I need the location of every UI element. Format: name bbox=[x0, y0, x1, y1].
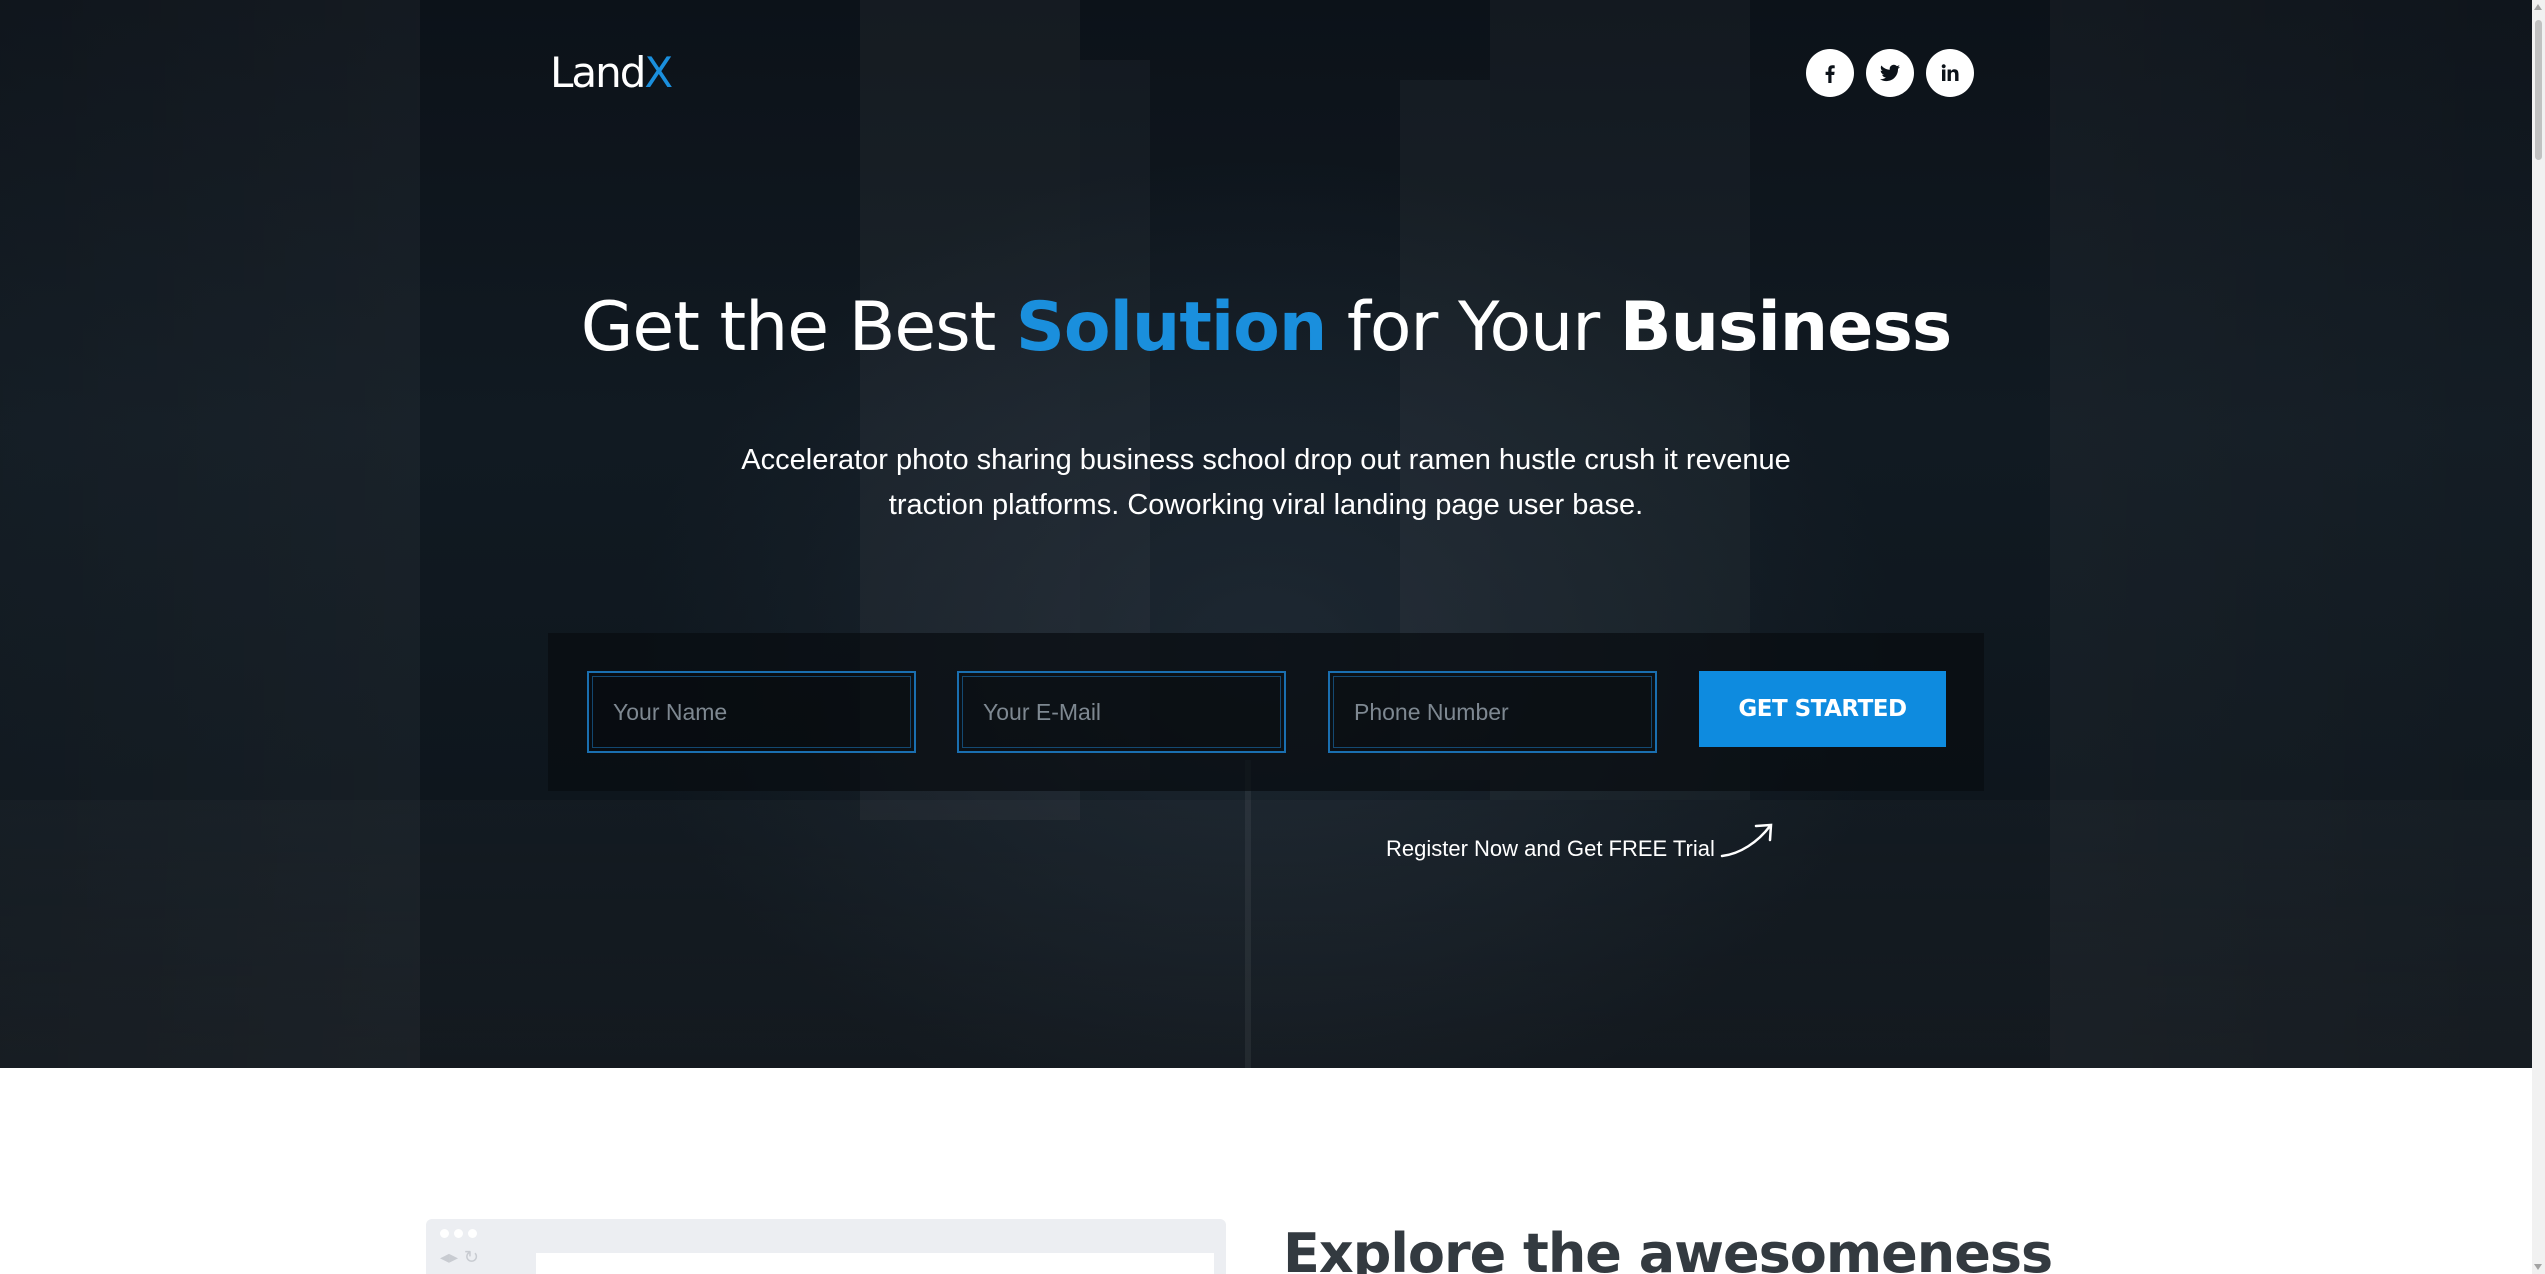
logo[interactable]: Land X bbox=[550, 48, 673, 98]
scroll-down-icon[interactable] bbox=[2534, 1264, 2542, 1270]
background-road bbox=[0, 800, 2532, 1068]
twitter-link[interactable] bbox=[1866, 49, 1914, 97]
email-input[interactable] bbox=[962, 676, 1281, 748]
phone-field-wrapper bbox=[1328, 671, 1657, 753]
headline-part: Get the Best bbox=[580, 288, 1016, 367]
address-bar bbox=[536, 1253, 1214, 1274]
signup-form: GET STARTED bbox=[548, 633, 1984, 791]
email-field-wrapper bbox=[957, 671, 1286, 753]
window-dots bbox=[440, 1229, 477, 1238]
headline-accent: Solution bbox=[1015, 288, 1327, 367]
browser-mockup: ◂▸ ↻ bbox=[426, 1219, 1226, 1274]
facebook-link[interactable] bbox=[1806, 49, 1854, 97]
hero-headline: Get the Best Solution for Your Business bbox=[0, 288, 2532, 367]
browser-nav-icon: ◂▸ ↻ bbox=[440, 1247, 479, 1268]
logo-accent: X bbox=[644, 48, 673, 97]
background-lane-line bbox=[1245, 760, 1251, 1068]
scroll-up-icon[interactable] bbox=[2534, 4, 2542, 10]
linkedin-icon bbox=[1941, 64, 1959, 81]
scrollbar-thumb[interactable] bbox=[2535, 20, 2542, 160]
scrollbar[interactable] bbox=[2532, 0, 2545, 1274]
name-input[interactable] bbox=[592, 676, 911, 748]
get-started-button[interactable]: GET STARTED bbox=[1699, 671, 1946, 747]
linkedin-link[interactable] bbox=[1926, 49, 1974, 97]
facebook-icon bbox=[1825, 65, 1835, 83]
section-title: Explore the awesomeness bbox=[1283, 1222, 2053, 1274]
hero-section: Land X Get the Best Solution for Your Bus… bbox=[0, 0, 2532, 1068]
logo-text: Land bbox=[550, 48, 646, 97]
headline-part: for Your bbox=[1326, 288, 1620, 367]
phone-input[interactable] bbox=[1333, 676, 1652, 748]
twitter-icon bbox=[1880, 64, 1900, 82]
social-links bbox=[1806, 49, 1974, 97]
register-text: Register Now and Get FREE Trial bbox=[1386, 836, 1715, 861]
hero-subtext: Accelerator photo sharing business schoo… bbox=[741, 444, 1791, 521]
headline-strong: Business bbox=[1619, 288, 1953, 367]
name-field-wrapper bbox=[587, 671, 916, 753]
arrow-icon bbox=[1720, 823, 1773, 858]
